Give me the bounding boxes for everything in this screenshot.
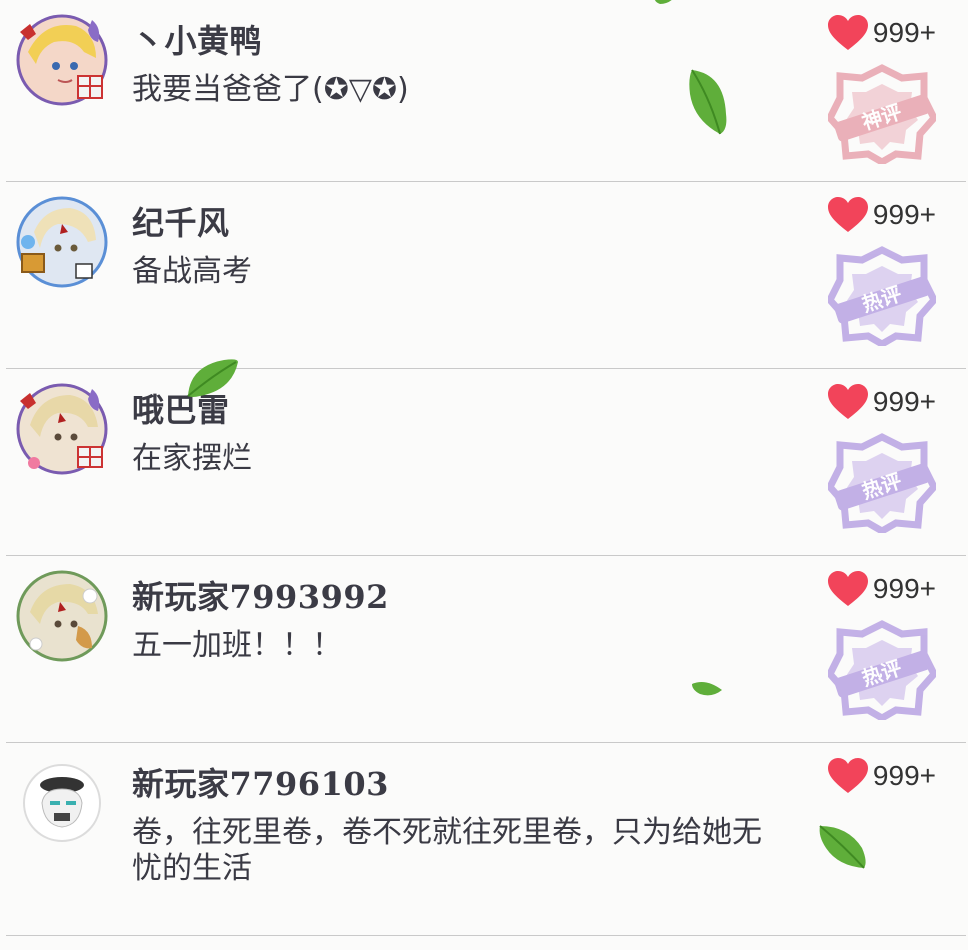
comment-list: 丶小黄鸭 我要当爸爸了(✪▽✪) 999+ 神评 纪千风 备战高考 999+ 热…	[0, 0, 968, 936]
username[interactable]: 纪千风	[132, 198, 230, 244]
badge-stamp: 热评	[825, 620, 939, 723]
badge-stamp: 热评	[825, 246, 939, 349]
like-button[interactable]: 999+	[827, 196, 936, 234]
username[interactable]: 丶小黄鸭	[132, 16, 262, 62]
heart-icon	[827, 384, 868, 419]
like-button[interactable]: 999+	[827, 383, 936, 421]
avatar[interactable]	[14, 12, 108, 106]
avatar[interactable]	[14, 381, 108, 475]
avatar[interactable]	[14, 194, 108, 288]
heart-icon	[827, 15, 868, 50]
badge-stamp: 神评	[825, 64, 939, 167]
comment-item[interactable]: 纪千风 备战高考 999+ 热评	[6, 182, 966, 369]
username[interactable]: 新玩家7993992	[132, 572, 389, 618]
username[interactable]: 新玩家7796103	[132, 759, 389, 805]
badge-stamp: 热评	[825, 433, 939, 536]
like-count: 999+	[872, 760, 936, 791]
like-count: 999+	[872, 573, 936, 604]
comment-item[interactable]: 丶小黄鸭 我要当爸爸了(✪▽✪) 999+ 神评	[6, 0, 966, 182]
comment-item[interactable]: 哦巴雷 在家摆烂 999+ 热评	[6, 369, 966, 556]
username[interactable]: 哦巴雷	[132, 385, 230, 431]
avatar[interactable]	[14, 755, 102, 843]
like-count: 999+	[872, 199, 936, 230]
avatar[interactable]	[14, 568, 108, 662]
comment-text: 备战高考	[132, 254, 252, 289]
comment-item[interactable]: 新玩家7796103 卷，往死里卷，卷不死就往死里卷，只为给她无忧的生活 999…	[6, 743, 966, 936]
comment-text: 我要当爸爸了(✪▽✪)	[132, 72, 409, 107]
like-button[interactable]: 999+	[827, 570, 936, 608]
like-count: 999+	[872, 17, 936, 48]
heart-icon	[827, 758, 868, 793]
comment-text: 五一加班！！！	[132, 628, 342, 663]
like-button[interactable]: 999+	[827, 757, 936, 795]
like-count: 999+	[872, 386, 936, 417]
comment-text: 在家摆烂	[132, 441, 252, 476]
heart-icon	[827, 571, 868, 606]
heart-icon	[827, 197, 868, 232]
comment-text: 卷，往死里卷，卷不死就往死里卷，只为给她无忧的生活	[132, 815, 762, 886]
like-button[interactable]: 999+	[827, 14, 936, 52]
comment-item[interactable]: 新玩家7993992 五一加班！！！ 999+ 热评	[6, 556, 966, 743]
